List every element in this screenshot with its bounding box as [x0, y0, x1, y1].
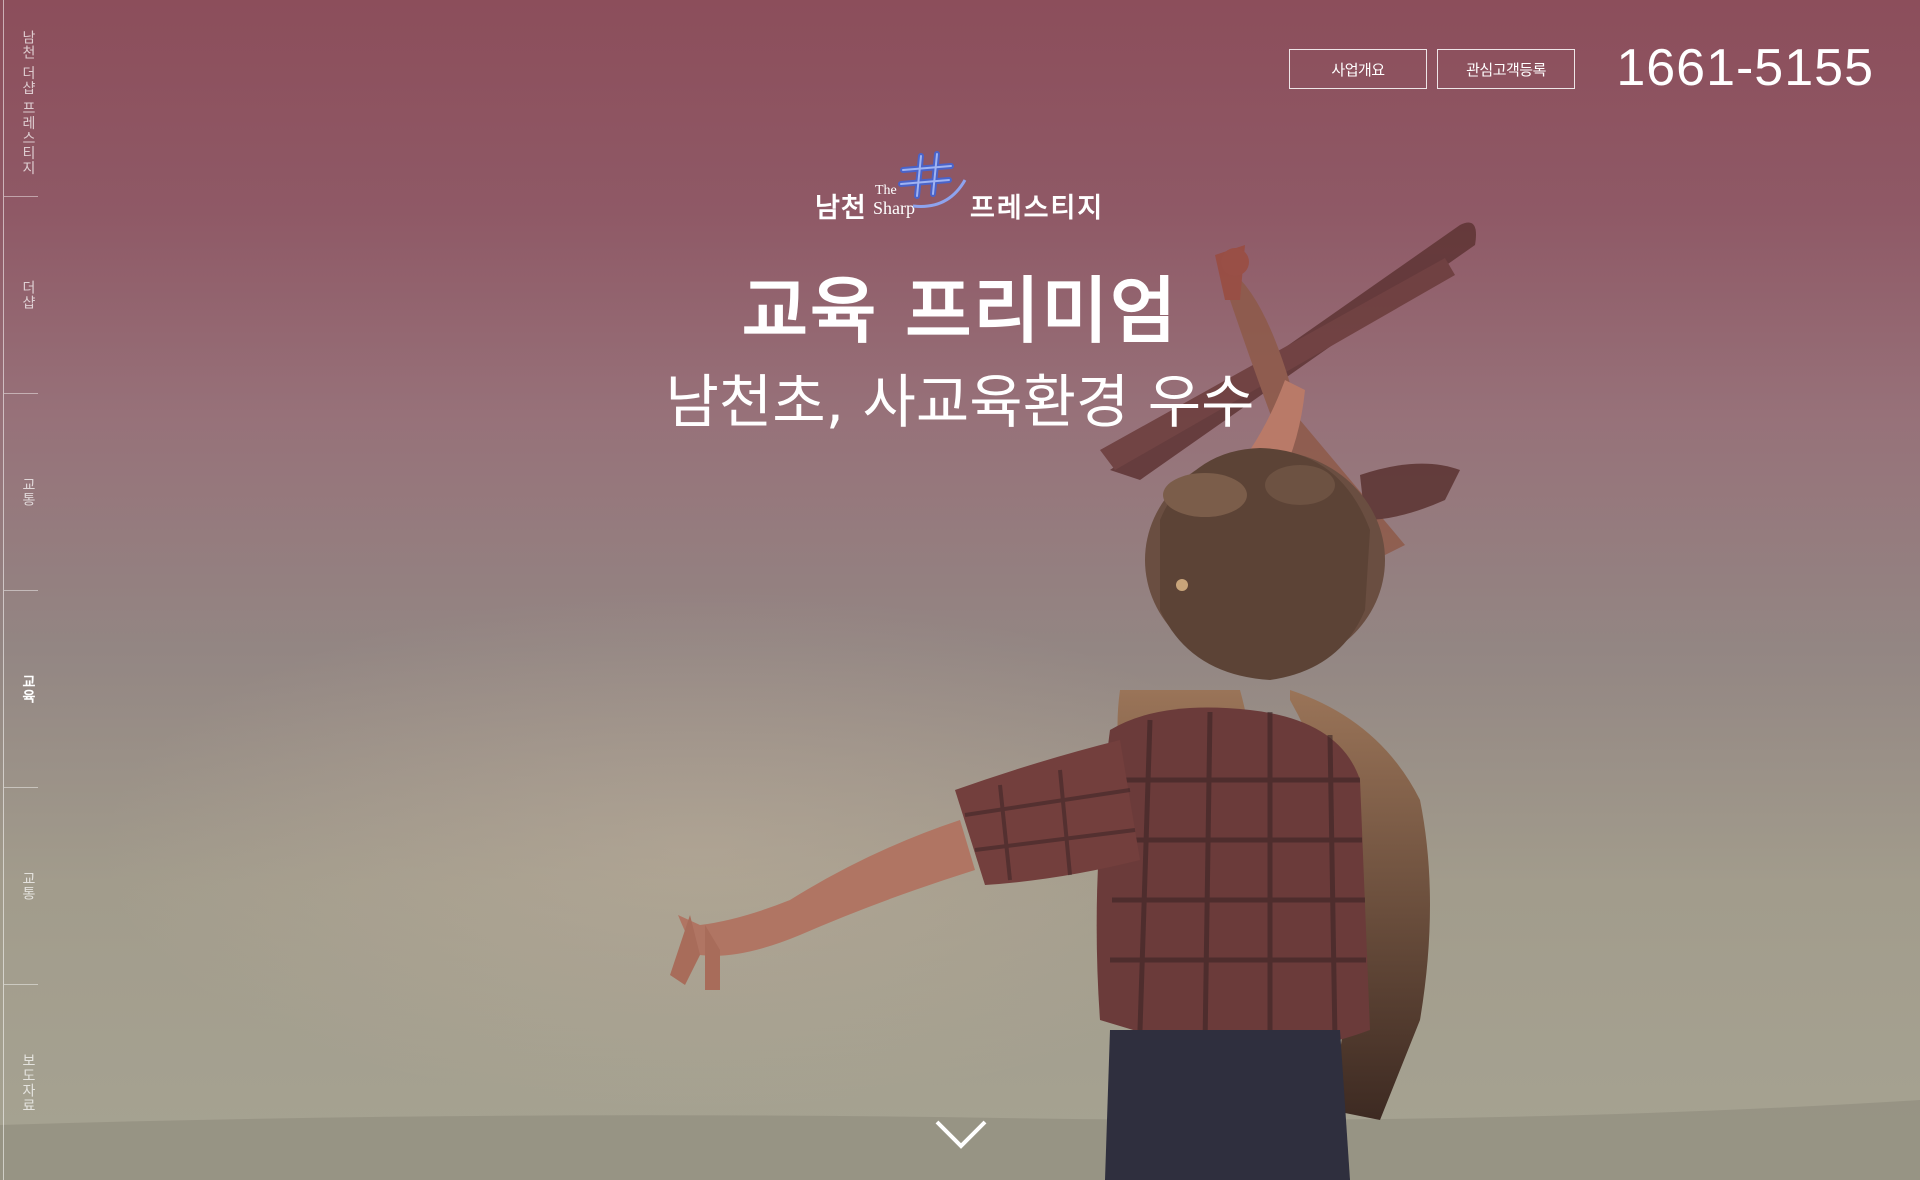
side-nav-label: 교통	[20, 477, 36, 507]
side-nav-label: 남천 더샵 프레스티지	[20, 30, 36, 176]
phone-number[interactable]: 1661-5155	[1616, 38, 1874, 98]
brand-logo[interactable]: 남천 The Sharp 프레스티지	[815, 148, 1115, 224]
hero-page: 남천 더샵 프레스티지 더샵 교통 교육 교통 보도자료 사업개요 관심고객등록…	[0, 0, 1920, 1180]
side-nav-item-transport[interactable]: 교통	[4, 394, 38, 591]
side-nav-item-transport-2[interactable]: 교통	[4, 788, 38, 985]
side-nav-item-thesharp[interactable]: 더샵	[4, 197, 38, 394]
hero-title: 교육 프리미엄	[741, 269, 1179, 353]
side-nav-item-intro[interactable]: 남천 더샵 프레스티지	[4, 0, 38, 197]
side-nav-label: 교육	[20, 674, 36, 704]
side-nav-label: 더샵	[20, 280, 36, 310]
register-interest-button[interactable]: 관심고객등록	[1437, 49, 1575, 89]
hero-subtitle-wrap: 남천초, 사교육환경 우수	[0, 355, 1920, 439]
overview-button[interactable]: 사업개요	[1289, 49, 1427, 89]
side-nav-label: 교통	[20, 871, 36, 901]
hero-title-wrap: 교육 프리미엄	[0, 252, 1920, 357]
side-nav-item-education[interactable]: 교육	[4, 591, 38, 788]
side-navigation: 남천 더샵 프레스티지 더샵 교통 교육 교통 보도자료	[0, 0, 40, 1180]
logo-text-right: 프레스티지	[970, 193, 1105, 224]
logo-text-left: 남천	[815, 193, 867, 224]
sharp-hash-logo-icon	[898, 151, 967, 208]
chevron-down-icon[interactable]	[933, 1118, 989, 1152]
hero-subtitle: 남천초, 사교육환경 우수	[665, 368, 1255, 436]
side-nav-label: 보도자료	[20, 1053, 36, 1113]
side-nav-item-press[interactable]: 보도자료	[4, 985, 38, 1180]
